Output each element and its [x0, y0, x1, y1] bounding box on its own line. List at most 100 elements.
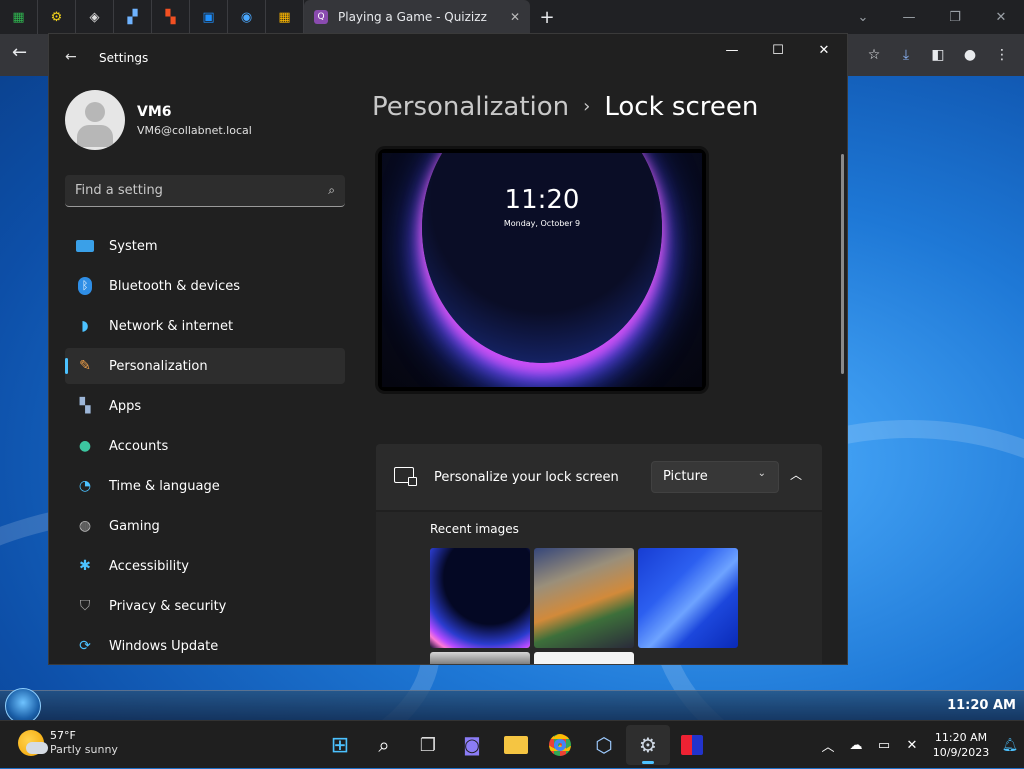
maximize-button[interactable]: ☐	[755, 34, 801, 66]
scrollbar[interactable]	[841, 154, 844, 374]
app-taskbar-button[interactable]	[670, 725, 714, 765]
back-arrow-icon[interactable]: ←	[12, 42, 27, 63]
pinned-tab[interactable]: ▦	[0, 0, 38, 34]
close-tab-icon[interactable]: ✕	[510, 10, 520, 24]
virtualbox-button[interactable]: ⬡	[582, 725, 626, 765]
settings-window: ← Settings — ☐ ✕ VM6 VM6@collabnet.local…	[48, 33, 848, 665]
nav-label: Apps	[109, 398, 142, 414]
personalize-label: Personalize your lock screen	[434, 470, 619, 485]
task-view-icon: ❐	[419, 734, 437, 756]
pinned-tab[interactable]: ▚	[152, 0, 190, 34]
search-button[interactable]: ⌕	[362, 725, 406, 765]
chrome-button[interactable]	[538, 725, 582, 765]
chrome-icon	[549, 734, 571, 756]
camera-icon: ◉	[240, 9, 253, 25]
main-content: Personalization › Lock screen 11:20 Monday…	[372, 82, 832, 664]
system-tray: ︿ ☁ ▭ ✕ 11:20 AM 10/9/2023 🔔︎	[814, 721, 1024, 769]
file-explorer-button[interactable]	[494, 725, 538, 765]
pinned-tab[interactable]: ▞	[114, 0, 152, 34]
download-icon[interactable]: ⤓	[890, 40, 922, 70]
cube-icon: ⬡	[595, 733, 613, 757]
weather-widget[interactable]: 57°F Partly sunny	[18, 729, 118, 756]
windows-logo-icon: ⊞	[330, 732, 350, 758]
search-icon[interactable]: ⌕	[328, 183, 335, 198]
nav-item-privacy[interactable]: ⛉ Privacy & security	[65, 588, 345, 624]
background-type-dropdown[interactable]: Picture ⌄	[651, 461, 779, 493]
nav-label: Privacy & security	[109, 598, 227, 614]
microsoft-icon: ▦	[278, 9, 291, 25]
recent-image[interactable]	[534, 548, 634, 648]
windows-icon: ▞	[127, 9, 138, 25]
nav-label: Accessibility	[109, 558, 189, 574]
breadcrumb: Personalization › Lock screen	[372, 92, 758, 122]
recent-image[interactable]	[638, 548, 738, 648]
pinned-tab[interactable]: ◈	[76, 0, 114, 34]
start-orb-icon[interactable]	[5, 688, 41, 724]
profile-icon[interactable]: ●	[954, 40, 986, 70]
system-icon	[75, 236, 95, 256]
shield-icon: ◈	[89, 9, 100, 25]
partly-sunny-icon	[18, 729, 48, 756]
chat-button[interactable]: ◙	[450, 725, 494, 765]
recent-images-panel: Recent images	[376, 512, 822, 664]
nav-item-personalization[interactable]: ✎ Personalization	[65, 348, 345, 384]
recent-image[interactable]	[430, 652, 530, 664]
minimize-button[interactable]: —	[886, 0, 932, 34]
nav-item-network[interactable]: ◗ Network & internet	[65, 308, 345, 344]
taskbar-clock[interactable]: 11:20 AM 10/9/2023	[926, 730, 996, 760]
nav-item-gaming[interactable]: ◍ Gaming	[65, 508, 345, 544]
tab-search-icon[interactable]: ⌄	[840, 0, 886, 34]
preview-date: Monday, October 9	[503, 219, 581, 228]
nav-item-windows-update[interactable]: ⟳ Windows Update	[65, 628, 345, 664]
nav-item-system[interactable]: System	[65, 228, 345, 264]
task-view-button[interactable]: ❐	[406, 725, 450, 765]
search-input[interactable]	[75, 183, 329, 198]
pinned-tab[interactable]: ⚙	[38, 0, 76, 34]
chevron-up-icon[interactable]: ︿	[814, 736, 842, 755]
nav-label: Network & internet	[109, 318, 234, 334]
active-tab[interactable]: Q Playing a Game - Quizizz ✕	[304, 0, 530, 34]
pinned-tab[interactable]: ◉	[228, 0, 266, 34]
pinned-tab[interactable]: ▣	[190, 0, 228, 34]
minimize-button[interactable]: —	[709, 34, 755, 66]
browser-tab-strip: ▦ ⚙ ◈ ▞ ▚ ▣ ◉ ▦ Q Playing a Game - Quizi…	[0, 0, 1024, 34]
settings-taskbar-button[interactable]: ⚙	[626, 725, 670, 765]
avatar	[65, 90, 125, 150]
close-button[interactable]: ✕	[978, 0, 1024, 34]
taskbar: 57°F Partly sunny ⊞ ⌕ ❐ ◙ ⬡ ⚙ ︿ ☁ ▭ ✕ 11…	[0, 720, 1024, 768]
menu-icon[interactable]: ⋮	[986, 40, 1018, 70]
nav-item-accessibility[interactable]: ✱ Accessibility	[65, 548, 345, 584]
notification-bell-icon[interactable]: 🔔︎	[996, 738, 1024, 753]
network-icon[interactable]: ▭	[870, 738, 898, 753]
weather-temp: 57°F	[50, 729, 76, 742]
user-profile[interactable]: VM6 VM6@collabnet.local	[65, 90, 252, 150]
volume-muted-icon[interactable]: ✕	[898, 738, 926, 753]
back-arrow-icon[interactable]: ←	[65, 49, 77, 65]
nav-item-accounts[interactable]: ● Accounts	[65, 428, 345, 464]
chevron-down-icon: ⌄	[757, 468, 766, 479]
shield-icon: ⛉	[79, 598, 91, 614]
pinned-tab[interactable]: ▦	[266, 0, 304, 34]
star-icon[interactable]: ☆	[858, 40, 890, 70]
search-box[interactable]: ⌕	[65, 175, 345, 207]
gamepad-icon: ◍	[78, 518, 92, 534]
new-tab-button[interactable]: +	[530, 7, 564, 28]
nav-label: Bluetooth & devices	[109, 278, 240, 294]
side-panel-icon[interactable]: ◧	[922, 40, 954, 70]
recent-images-label: Recent images	[430, 522, 519, 536]
settings-nav: System ᛒ Bluetooth & devices ◗ Network &…	[65, 228, 345, 664]
close-button[interactable]: ✕	[801, 34, 847, 66]
nav-item-time-language[interactable]: ◔ Time & language	[65, 468, 345, 504]
recent-image[interactable]	[534, 652, 634, 664]
breadcrumb-parent[interactable]: Personalization	[372, 92, 569, 122]
nav-item-apps[interactable]: ▚ Apps	[65, 388, 345, 424]
lock-screen-preview: 11:20 Monday, October 9	[375, 146, 709, 394]
nav-item-bluetooth[interactable]: ᛒ Bluetooth & devices	[65, 268, 345, 304]
recent-image[interactable]	[430, 548, 530, 648]
restore-button[interactable]: ❐	[932, 0, 978, 34]
app-icon	[681, 735, 703, 755]
update-icon: ⟳	[79, 638, 91, 654]
start-button[interactable]: ⊞	[318, 725, 362, 765]
onedrive-icon[interactable]: ☁	[842, 738, 870, 753]
chevron-up-icon[interactable]: ︿	[790, 466, 802, 483]
